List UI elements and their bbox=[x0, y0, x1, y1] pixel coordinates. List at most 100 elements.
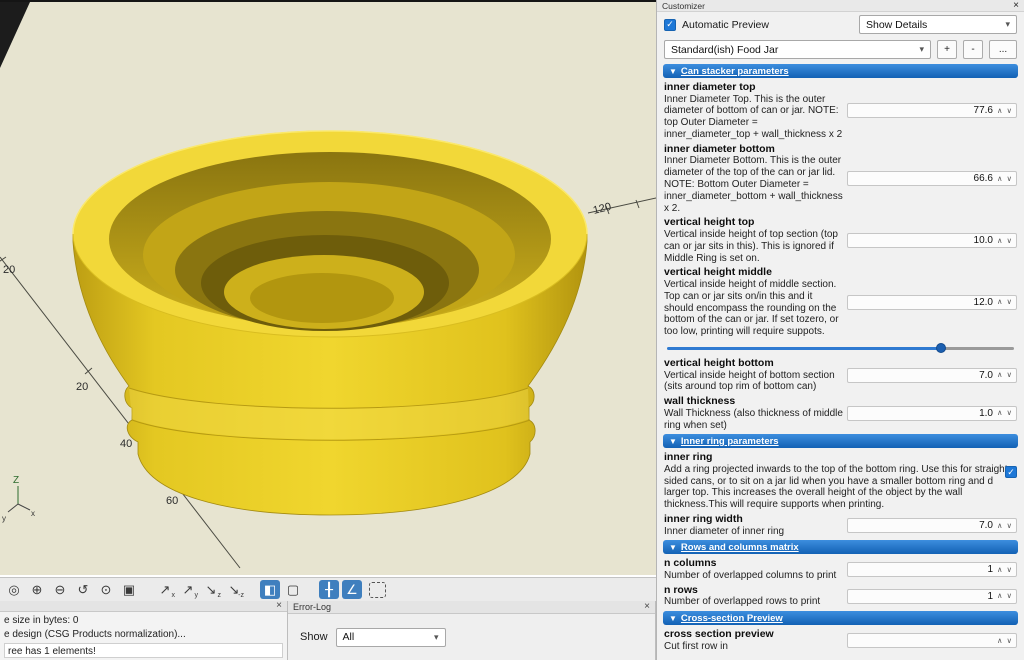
param-description: Vertical inside height of middle section… bbox=[664, 279, 843, 338]
spin-down-button[interactable]: ∨ bbox=[1007, 637, 1013, 645]
chevron-down-icon: ▾ bbox=[434, 632, 439, 643]
view-diagonal-button[interactable]: ↘-z bbox=[224, 580, 244, 599]
param-description: Cut first row in bbox=[664, 641, 843, 653]
viewport-canvas: 20 20 40 60 120 bbox=[0, 2, 656, 575]
view-y-icon: ↗ bbox=[183, 582, 194, 598]
spin-up-button[interactable]: ∧ bbox=[997, 107, 1003, 115]
spin-up-button[interactable]: ∧ bbox=[997, 592, 1003, 600]
param-n-columns: n columns Number of overlapped columns t… bbox=[657, 556, 1024, 582]
section-can-stacker-parameters[interactable]: ▼ Can stacker parameters bbox=[663, 64, 1018, 78]
vertical-height-middle-slider[interactable] bbox=[667, 342, 1014, 354]
spin-up-button[interactable]: ∧ bbox=[997, 522, 1003, 530]
spin-down-button[interactable]: ∨ bbox=[1007, 566, 1013, 574]
preset-more-button[interactable]: ... bbox=[989, 40, 1017, 59]
reset-view-button[interactable]: ↺ bbox=[73, 580, 93, 599]
view-x-button[interactable]: ↗x bbox=[155, 580, 175, 599]
select-region-button[interactable] bbox=[369, 582, 386, 598]
customizer-close-icon[interactable]: × bbox=[1013, 1, 1019, 11]
param-wall-thickness: wall thickness Wall Thickness (also thic… bbox=[657, 394, 1024, 432]
view-x-label: x bbox=[172, 592, 176, 599]
param-inner-ring-width: inner ring width Inner diameter of inner… bbox=[657, 512, 1024, 538]
view-z-icon: ↘ bbox=[206, 582, 217, 598]
preset-combobox[interactable]: Standard(ish) Food Jar ▾ bbox=[664, 40, 931, 59]
param-description: Inner Diameter Bottom. This is the outer… bbox=[664, 155, 843, 214]
gizmo-y-label: y bbox=[2, 514, 6, 523]
view-z-button[interactable]: ↘z bbox=[201, 580, 221, 599]
zoom-out-icon: ⊖ bbox=[55, 582, 66, 598]
param-description: Wall Thickness (also thickness of middle… bbox=[664, 408, 843, 432]
section-cross-section-preview[interactable]: ▼ Cross-section Preview bbox=[663, 611, 1018, 625]
param-name: n rows bbox=[664, 584, 843, 597]
preset-remove-button[interactable]: - bbox=[963, 40, 983, 59]
reset-view-icon: ↺ bbox=[78, 582, 89, 598]
section-rows-columns-matrix[interactable]: ▼ Rows and columns matrix bbox=[663, 540, 1018, 554]
param-description: Vertical inside height of bottom section… bbox=[664, 370, 843, 394]
n-columns-spinbox[interactable]: 1 ∧ ∨ bbox=[847, 562, 1017, 577]
spin-up-button[interactable]: ∧ bbox=[997, 175, 1003, 183]
param-name: vertical height bottom bbox=[664, 357, 843, 370]
console-line: e design (CSG Products normalization)... bbox=[4, 628, 283, 642]
spin-down-button[interactable]: ∨ bbox=[1007, 409, 1013, 417]
inner-ring-checkbox[interactable]: ✓ bbox=[1005, 466, 1017, 478]
param-name: n columns bbox=[664, 557, 843, 570]
automatic-preview-checkbox[interactable]: ✓ bbox=[664, 19, 676, 31]
spin-up-button[interactable]: ∧ bbox=[997, 237, 1003, 245]
console-header: × bbox=[0, 601, 287, 612]
param-vertical-height-middle: vertical height middle Vertical inside h… bbox=[657, 265, 1024, 339]
vertical-height-bottom-spinbox[interactable]: 7.0 ∧ ∨ bbox=[847, 368, 1017, 383]
error-log-header: Error-Log × bbox=[288, 601, 655, 614]
spin-down-button[interactable]: ∨ bbox=[1007, 237, 1013, 245]
error-log-title: Error-Log bbox=[293, 602, 644, 612]
check-icon: ✓ bbox=[666, 19, 674, 30]
inner-diameter-bottom-spinbox[interactable]: 66.6 ∧ ∨ bbox=[847, 171, 1017, 186]
view-all-button[interactable]: ◎ bbox=[4, 580, 24, 599]
spin-up-button[interactable]: ∧ bbox=[997, 371, 1003, 379]
section-inner-ring-parameters[interactable]: ▼ Inner ring parameters bbox=[663, 434, 1018, 448]
axis-tick-60: 60 bbox=[166, 495, 178, 507]
details-combobox[interactable]: Show Details ▾ bbox=[859, 15, 1017, 34]
n-rows-spinbox[interactable]: 1 ∧ ∨ bbox=[847, 589, 1017, 604]
spin-down-button[interactable]: ∨ bbox=[1007, 592, 1013, 600]
inner-ring-width-spinbox[interactable]: 7.0 ∧ ∨ bbox=[847, 518, 1017, 533]
3d-viewport[interactable]: 20 20 40 60 120 bbox=[0, 0, 656, 575]
zoom-in-button[interactable]: ⊕ bbox=[27, 580, 47, 599]
spin-up-button[interactable]: ∧ bbox=[997, 409, 1003, 417]
view-y-button[interactable]: ↗y bbox=[178, 580, 198, 599]
spin-down-button[interactable]: ∨ bbox=[1007, 107, 1013, 115]
customizer-titlebar: Customizer × bbox=[657, 0, 1024, 12]
zoom-out-button[interactable]: ⊖ bbox=[50, 580, 70, 599]
zoom-fit-button[interactable]: ⊙ bbox=[96, 580, 116, 599]
check-icon: ✓ bbox=[1007, 467, 1015, 478]
view-axes-button[interactable]: ∠ bbox=[342, 580, 362, 599]
vertical-height-middle-spinbox[interactable]: 12.0 ∧ ∨ bbox=[847, 295, 1017, 310]
wall-thickness-spinbox[interactable]: 1.0 ∧ ∨ bbox=[847, 406, 1017, 421]
spinbox-value: 7.0 bbox=[979, 370, 993, 381]
vertical-height-top-spinbox[interactable]: 10.0 ∧ ∨ bbox=[847, 233, 1017, 248]
param-name: vertical height top bbox=[664, 216, 843, 229]
console-close-icon[interactable]: × bbox=[276, 601, 282, 611]
orthographic-button[interactable]: ▢ bbox=[283, 580, 303, 599]
spin-up-button[interactable]: ∧ bbox=[997, 637, 1003, 645]
spin-down-button[interactable]: ∨ bbox=[1007, 522, 1013, 530]
inner-diameter-top-spinbox[interactable]: 77.6 ∧ ∨ bbox=[847, 103, 1017, 118]
spin-up-button[interactable]: ∧ bbox=[997, 566, 1003, 574]
spin-up-button[interactable]: ∧ bbox=[997, 298, 1003, 306]
customizer-preset-row: Standard(ish) Food Jar ▾ + - ... bbox=[657, 37, 1024, 62]
slider-handle[interactable] bbox=[936, 343, 946, 353]
spin-down-button[interactable]: ∨ bbox=[1007, 175, 1013, 183]
param-description: Inner diameter of inner ring bbox=[664, 526, 843, 538]
error-log-close-icon[interactable]: × bbox=[644, 602, 650, 612]
section-title: Inner ring parameters bbox=[681, 436, 779, 447]
perspective-button[interactable]: ◧ bbox=[260, 580, 280, 599]
cross-section-preview-spinbox[interactable]: ∧ ∨ bbox=[847, 633, 1017, 648]
preset-add-button[interactable]: + bbox=[937, 40, 957, 59]
spin-down-button[interactable]: ∨ bbox=[1007, 371, 1013, 379]
show-edges-button[interactable]: ▣ bbox=[119, 580, 139, 599]
error-log-filter-combobox[interactable]: All ▾ bbox=[336, 628, 446, 647]
axis-tick-20: 20 bbox=[76, 381, 88, 393]
center-view-button[interactable]: ╂ bbox=[319, 580, 339, 599]
orthographic-icon: ▢ bbox=[287, 582, 299, 598]
bottom-panels: × e size in bytes: 0 e design (CSG Produ… bbox=[0, 601, 656, 660]
spin-down-button[interactable]: ∨ bbox=[1007, 298, 1013, 306]
param-name: inner diameter bottom bbox=[664, 143, 843, 156]
